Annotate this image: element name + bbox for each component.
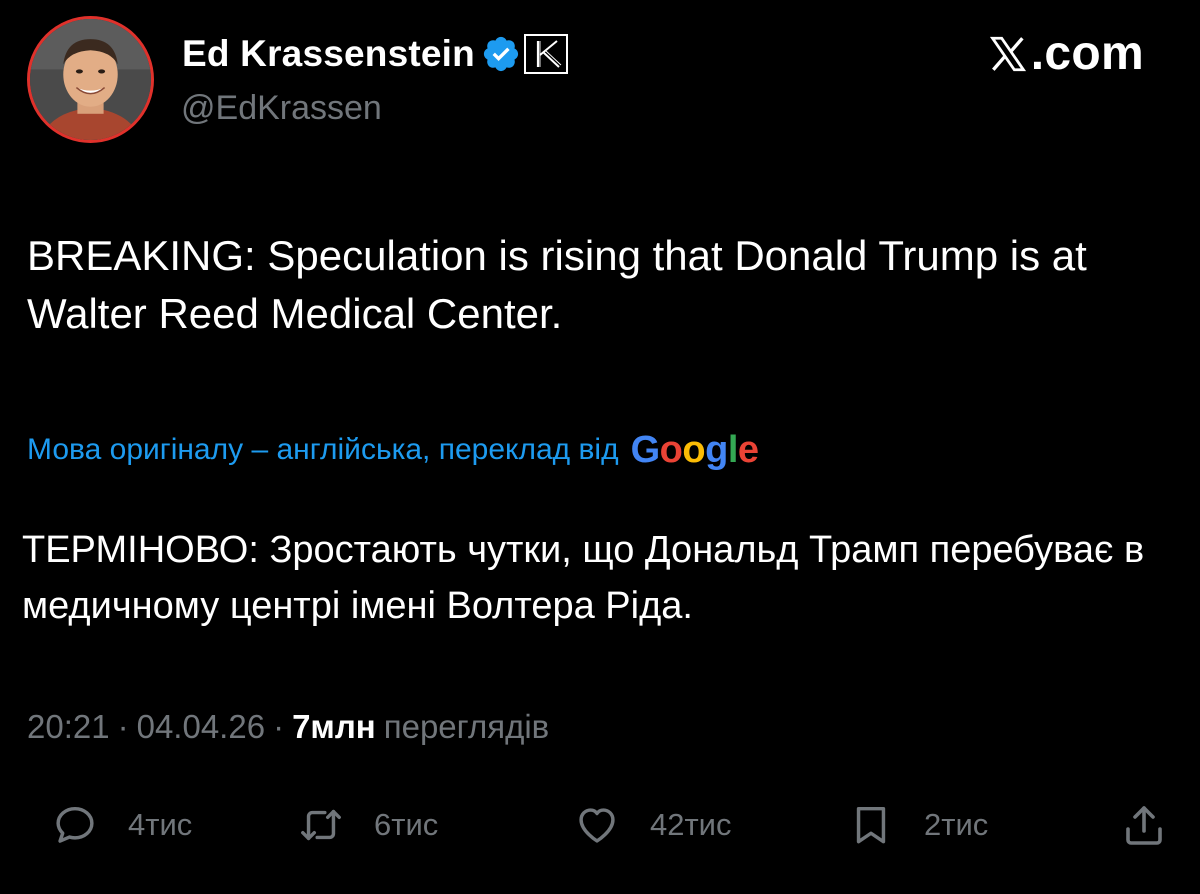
heart-icon <box>579 808 615 843</box>
translation-attribution[interactable]: Мова оригіналу – англійська, переклад ві… <box>27 425 759 475</box>
x-logo-text: .com <box>1030 27 1144 80</box>
translation-note[interactable]: Мова оригіналу – англійська, переклад ві… <box>27 433 619 467</box>
reply-count: 4тис <box>128 807 193 842</box>
like-count: 42тис <box>650 807 732 842</box>
reply-icon <box>56 806 94 843</box>
x-logo-icon <box>989 36 1026 71</box>
google-logo: Google <box>630 428 759 471</box>
meta-separator: · <box>117 708 129 745</box>
reply-button[interactable]: 4тис <box>52 795 192 855</box>
tweet-meta: 20:21 · 04.04.26 · 7млн переглядів <box>27 702 549 752</box>
repost-icon <box>301 809 341 841</box>
verified-badge-icon[interactable] <box>481 34 521 74</box>
views-label[interactable]: переглядів <box>384 708 549 746</box>
author-name-row: Ed Krassenstein <box>182 28 568 80</box>
views-count[interactable]: 7млн <box>292 708 376 746</box>
tweet-date[interactable]: 04.04.26 <box>137 708 265 746</box>
tweet-time[interactable]: 20:21 <box>27 708 110 746</box>
x-logo: .com <box>987 26 1144 81</box>
bookmark-count: 2тис <box>924 807 989 842</box>
bookmark-button[interactable]: 2тис <box>848 795 988 855</box>
display-name[interactable]: Ed Krassenstein <box>182 33 475 75</box>
repost-button[interactable]: 6тис <box>298 795 438 855</box>
repost-count: 6тис <box>374 807 439 842</box>
avatar[interactable] <box>27 16 154 143</box>
translated-tweet-text: ТЕРМІНОВО: Зростають чутки, що Дональд Т… <box>22 529 1145 627</box>
share-button[interactable] <box>1120 795 1168 855</box>
meta-separator: · <box>273 708 285 745</box>
author-handle[interactable]: @EdKrassen <box>181 89 382 128</box>
bookmark-icon <box>856 806 886 844</box>
tweet-text: BREAKING: Speculation is rising that Don… <box>27 232 1087 337</box>
avatar-photo <box>30 19 151 140</box>
share-icon <box>1126 806 1162 845</box>
affiliate-k-icon[interactable] <box>523 34 568 74</box>
tweet-actions: 4тис 6тис 42тис 2тис <box>0 795 1200 855</box>
like-button[interactable]: 42тис <box>574 795 732 855</box>
